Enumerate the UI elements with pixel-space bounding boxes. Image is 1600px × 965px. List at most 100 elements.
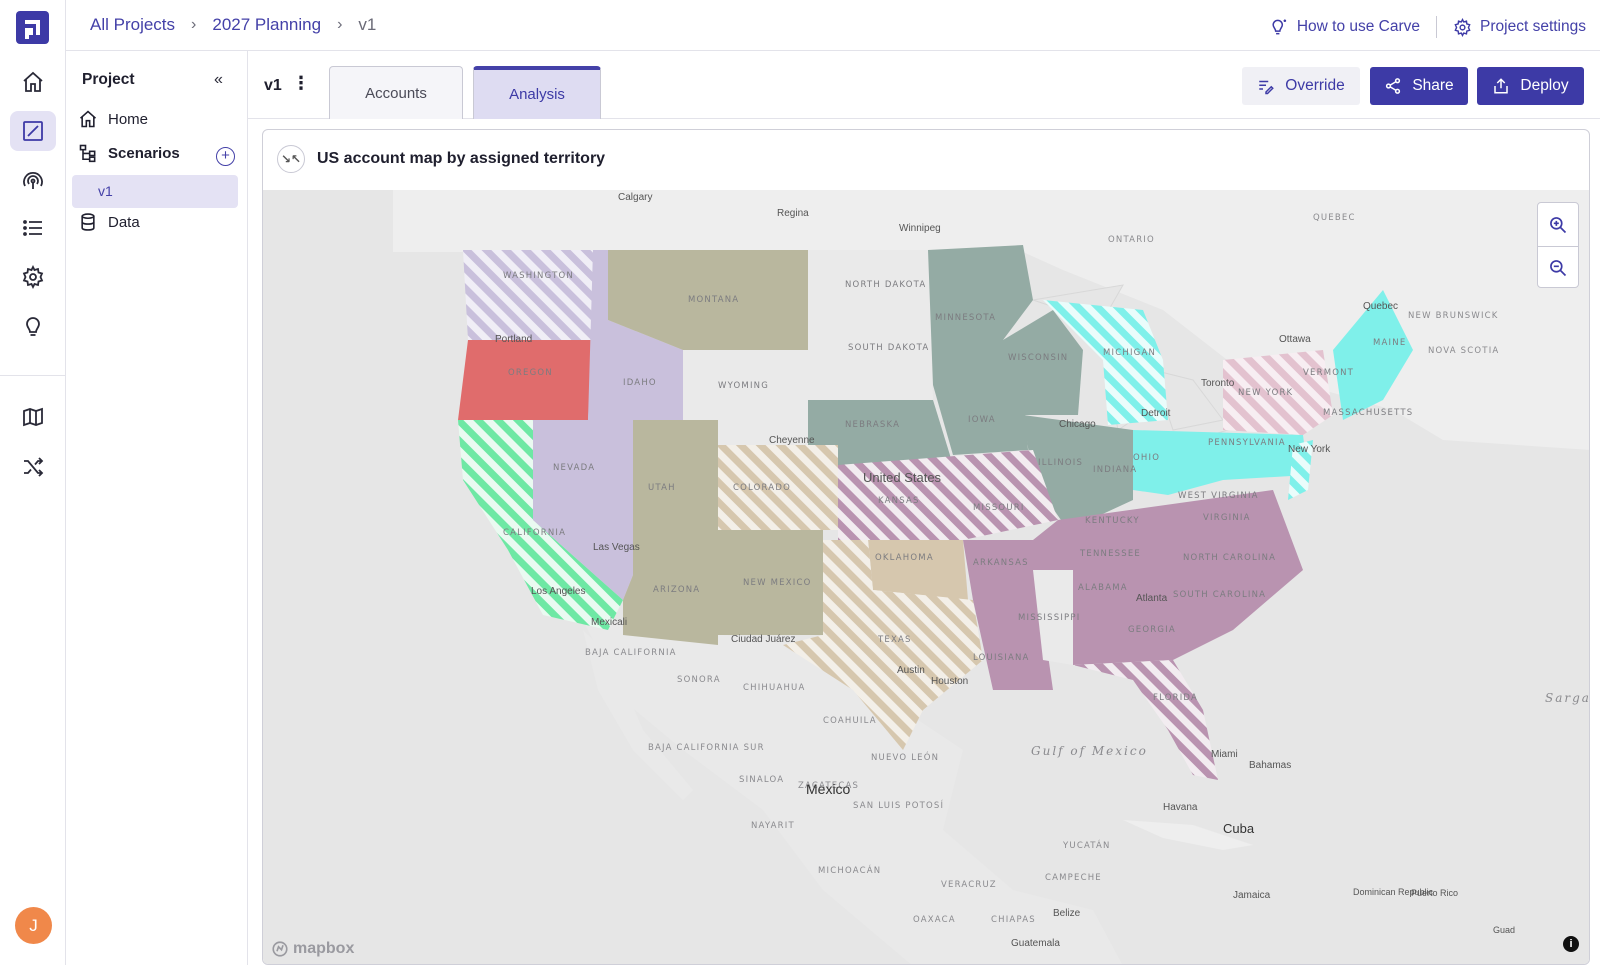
rail-divider (0, 375, 66, 376)
state-label: COLORADO (733, 483, 791, 493)
mapbox-icon (272, 941, 288, 957)
scenario-name: v1 (264, 77, 282, 94)
region-label: NEW BRUNSWICK (1408, 311, 1499, 321)
state-label: NEW MEXICO (743, 578, 812, 588)
city-label: Winnipeg (899, 223, 941, 234)
sidebar-item-v1[interactable]: v1 (72, 175, 238, 208)
gear-icon (1454, 17, 1471, 37)
more-options-icon[interactable]: ⋮ (292, 74, 310, 92)
region-label: OAXACA (913, 915, 956, 925)
city-label: Ottawa (1279, 334, 1311, 345)
region-label: VERACRUZ (941, 880, 997, 890)
top-links: How to use Carve Project settings (1269, 16, 1586, 38)
city-label: Bahamas (1249, 760, 1291, 771)
state-label: FLORIDA (1153, 693, 1198, 703)
edit-square-icon (23, 121, 43, 141)
city-label: Los Angeles (531, 586, 586, 597)
state-label: VIRGINIA (1203, 513, 1251, 523)
region-label: COAHUILA (823, 716, 877, 726)
how-to-use-link[interactable]: How to use Carve (1269, 17, 1420, 37)
integrations-nav-button[interactable] (10, 447, 56, 487)
list-nav-button[interactable] (10, 208, 56, 248)
state-label: MICHIGAN (1103, 348, 1156, 358)
state-label: OREGON (508, 368, 553, 378)
sidebar-item-home[interactable]: Home (78, 109, 148, 129)
city-label: New York (1288, 444, 1331, 455)
info-icon[interactable]: i (1563, 936, 1579, 952)
state-label: SOUTH CAROLINA (1173, 590, 1266, 600)
state-dakotas (808, 250, 933, 400)
collapse-sidebar-icon[interactable]: « (214, 71, 223, 89)
mapbox-label: mapbox (293, 940, 355, 957)
user-avatar[interactable]: J (15, 907, 52, 944)
city-label: Ciudad Juárez (731, 634, 795, 645)
deploy-button[interactable]: Deploy (1477, 67, 1584, 105)
state-label: NORTH CAROLINA (1183, 553, 1276, 563)
region-label: CAMPECHE (1045, 873, 1102, 883)
state-label: NEVADA (553, 463, 595, 473)
sidebar-item-data[interactable]: Data (78, 212, 140, 232)
state-label: OHIO (1133, 453, 1160, 463)
region-label: MICHOACÁN (818, 864, 881, 876)
database-icon (81, 213, 95, 231)
city-label: Quebec (1363, 301, 1398, 312)
region-label: NOVA SCOTIA (1428, 346, 1499, 356)
project-settings-link[interactable]: Project settings (1453, 17, 1586, 37)
chevron-right-icon: › (337, 16, 343, 33)
home-icon (23, 71, 43, 92)
breadcrumb-project[interactable]: 2027 Planning (212, 15, 321, 35)
state-label: CALIFORNIA (503, 528, 566, 538)
city-label: Regina (777, 208, 809, 219)
docs-nav-button[interactable] (10, 397, 56, 437)
tab-accounts[interactable]: Accounts (329, 66, 463, 119)
city-label: Mexicali (591, 617, 627, 628)
breadcrumb-current: v1 (358, 15, 377, 34)
state-label: MISSISSIPPI (1018, 613, 1080, 623)
settings-nav-button[interactable] (10, 257, 56, 297)
planning-nav-button[interactable] (10, 111, 56, 151)
state-label: WYOMING (718, 381, 769, 391)
zoom-controls (1537, 202, 1579, 288)
hierarchy-icon (79, 144, 96, 163)
ideas-nav-button[interactable] (10, 307, 56, 347)
state-label: WISCONSIN (1008, 353, 1068, 363)
city-label: Puerto Rico (1411, 888, 1458, 898)
carve-logo-icon[interactable] (16, 11, 49, 44)
gear-icon (22, 265, 44, 289)
state-label: OKLAHOMA (875, 553, 934, 563)
book-map-icon (23, 407, 43, 427)
override-button[interactable]: Override (1242, 67, 1360, 105)
share-label: Share (1412, 77, 1454, 94)
state-label: IDAHO (623, 378, 657, 388)
project-settings-label: Project settings (1480, 18, 1586, 35)
city-label: Havana (1163, 802, 1198, 813)
mapbox-logo[interactable]: mapbox (271, 940, 354, 958)
state-label: ARKANSAS (973, 558, 1029, 568)
zoom-in-icon (1550, 216, 1567, 233)
region-label: BAJA CALIFORNIA SUR (648, 743, 765, 753)
zoom-out-button[interactable] (1538, 246, 1578, 289)
state-label: WASHINGTON (503, 271, 574, 281)
region-label: BAJA CALIFORNIA (585, 648, 677, 658)
sidebar-item-label: Data (108, 213, 140, 231)
state-label: TENNESSEE (1079, 549, 1141, 559)
water-label: Gulf of Mexico (1031, 744, 1148, 758)
state-label: KANSAS (878, 496, 920, 506)
home-icon (79, 110, 97, 128)
territory-map[interactable]: WASHINGTON OREGON IDAHO MONTANA WYOMING … (263, 190, 1589, 964)
home-nav-button[interactable] (10, 62, 56, 102)
left-rail: J (0, 0, 66, 965)
region-label: NAYARIT (751, 821, 795, 831)
add-scenario-icon[interactable]: + (216, 147, 235, 166)
sidebar-item-scenarios[interactable]: Scenarios (78, 143, 180, 163)
zoom-in-button[interactable] (1538, 203, 1578, 246)
collapse-arrows-icon[interactable]: ↘↖ (277, 145, 305, 173)
share-button[interactable]: Share (1370, 67, 1468, 105)
state-label: PENNSYLVANIA (1208, 438, 1286, 448)
territories-nav-button[interactable] (10, 160, 56, 200)
state-label: ILLINOIS (1038, 458, 1083, 468)
tab-analysis[interactable]: Analysis (473, 66, 601, 119)
city-label: Mexico (806, 781, 851, 797)
map-card: ↘↖ US account map by assigned territory (262, 129, 1590, 965)
breadcrumb-all-projects[interactable]: All Projects (90, 15, 175, 35)
